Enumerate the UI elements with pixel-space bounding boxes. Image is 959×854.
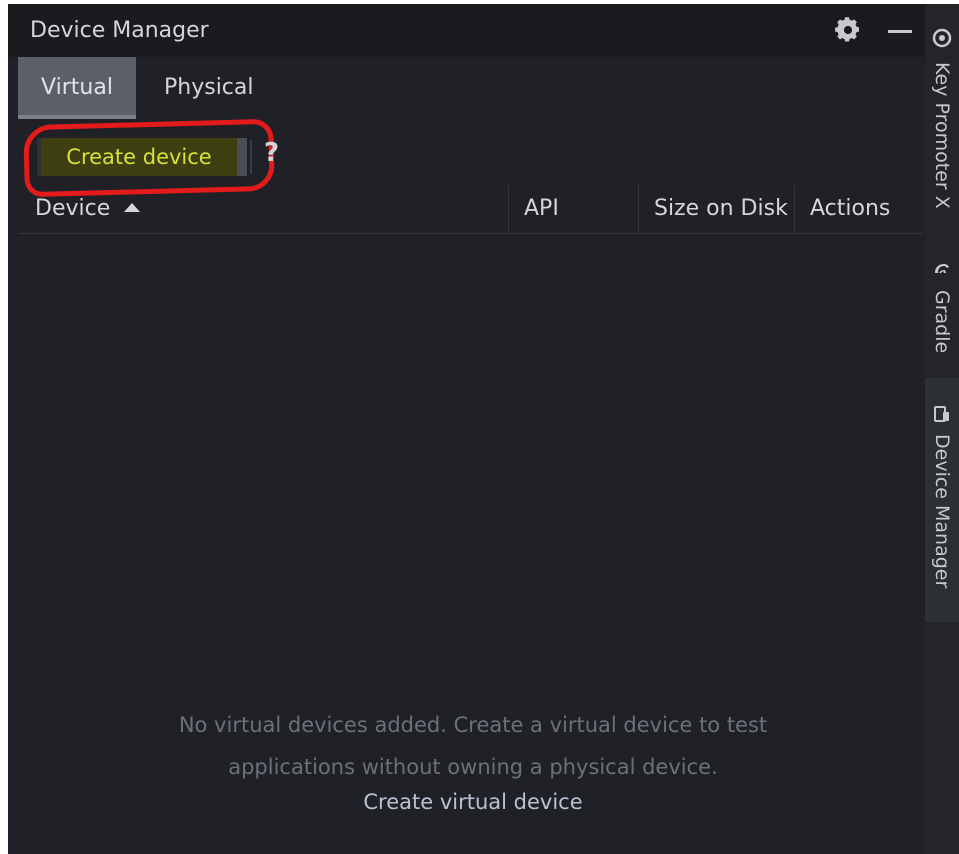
stripe-label-device-manager: Device Manager	[931, 434, 953, 589]
sort-ascending-icon	[124, 203, 141, 212]
tool-window-title: Device Manager	[30, 18, 209, 43]
gradle-elephant-icon	[935, 264, 949, 273]
tab-physical[interactable]: Physical	[164, 57, 254, 119]
stripe-button-device-manager[interactable]: Device Manager	[925, 378, 959, 622]
stripe-button-key-promoter-x[interactable]: Key Promoter X	[925, 28, 959, 228]
column-header-actions[interactable]: Actions	[810, 185, 890, 233]
gear-icon[interactable]	[834, 16, 862, 44]
empty-state-message: No virtual devices added. Create a virtu…	[68, 704, 878, 788]
column-header-api[interactable]: API	[524, 185, 559, 233]
ide-frame: Device Manager Virtual Physical Create d…	[8, 4, 959, 854]
device-table-header: Device API Size on Disk Actions	[18, 185, 923, 234]
empty-state-line-1: No virtual devices added. Create a virtu…	[178, 713, 768, 737]
device-manager-icon	[934, 406, 949, 422]
right-tool-stripe: Key Promoter X Gradle Device Manager	[925, 4, 959, 854]
stripe-label-key-promoter-x: Key Promoter X	[931, 62, 953, 209]
empty-state-line-2: applications without owning a physical d…	[228, 755, 718, 779]
column-divider[interactable]	[508, 185, 509, 233]
column-header-device[interactable]: Device	[35, 185, 141, 233]
column-header-device-label: Device	[35, 196, 111, 221]
tool-window-titlebar: Device Manager	[8, 4, 925, 57]
column-divider[interactable]	[638, 185, 639, 233]
device-manager-panel: Device Manager Virtual Physical Create d…	[8, 4, 925, 854]
tab-virtual[interactable]: Virtual	[18, 57, 136, 119]
key-promoter-icon	[932, 28, 952, 48]
create-device-button[interactable]: Create device	[37, 138, 247, 176]
stripe-button-gradle[interactable]: Gradle	[925, 256, 959, 368]
column-header-size-on-disk[interactable]: Size on Disk	[654, 185, 788, 233]
column-divider[interactable]	[794, 185, 795, 233]
create-virtual-device-link[interactable]: Create virtual device	[68, 790, 878, 814]
toolbar-separator	[250, 140, 252, 174]
minimize-icon[interactable]	[888, 30, 912, 33]
stripe-label-gradle: Gradle	[931, 290, 953, 354]
help-button[interactable]: ?	[264, 138, 279, 168]
